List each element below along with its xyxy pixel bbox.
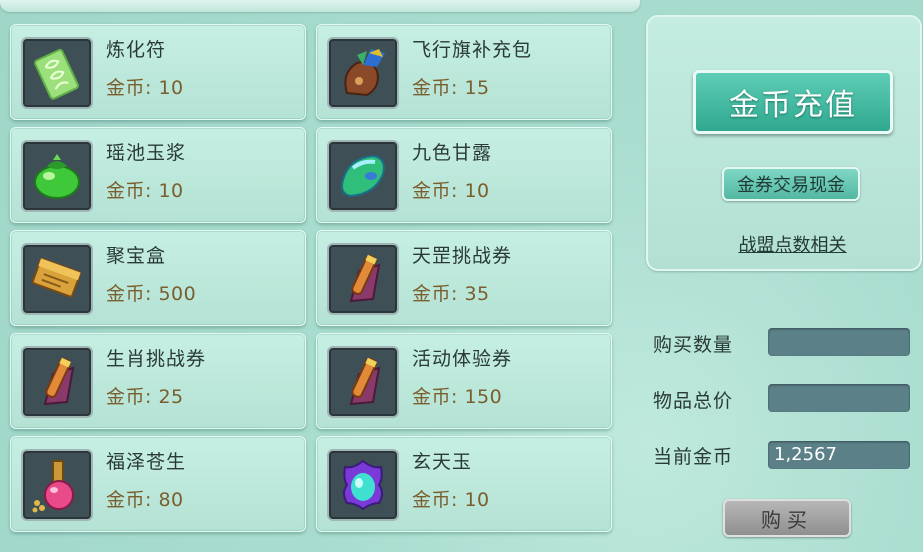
total-price-field xyxy=(768,384,910,412)
scroll-icon xyxy=(327,243,399,315)
item-name: 玄天玉 xyxy=(412,451,473,473)
shop-item-card[interactable]: 福泽苍生 金币: 80 xyxy=(10,436,306,532)
item-name: 瑶池玉浆 xyxy=(106,142,187,164)
shop-item-card[interactable]: 活动体验券 金币: 150 xyxy=(316,333,612,429)
shop-item-grid: 炼化符 金币: 10 飞行旗补充包 金币: 15 瑶池玉浆 金币: 10 九色甘… xyxy=(10,24,614,552)
shop-item-card[interactable]: 玄天玉 金币: 10 xyxy=(316,436,612,532)
shop-item-card[interactable]: 九色甘露 金币: 10 xyxy=(316,127,612,223)
top-frame-edge xyxy=(0,0,640,12)
alliance-points-link[interactable]: 战盟点数相关 xyxy=(725,231,860,257)
item-price: 金币: 10 xyxy=(106,77,184,99)
current-gold-label: 当前金币 xyxy=(653,446,734,468)
item-price: 金币: 25 xyxy=(106,386,184,408)
item-price: 金币: 80 xyxy=(106,489,184,511)
item-name: 九色甘露 xyxy=(412,142,493,164)
item-price: 金币: 150 xyxy=(412,386,503,408)
buy-button[interactable]: 购买 xyxy=(723,499,851,537)
item-price: 金币: 500 xyxy=(106,283,197,305)
item-name: 活动体验券 xyxy=(412,348,513,370)
dark-jade-icon xyxy=(327,449,399,521)
item-name: 飞行旗补充包 xyxy=(412,39,533,61)
shop-item-card[interactable]: 炼化符 金币: 10 xyxy=(10,24,306,120)
item-name: 聚宝盒 xyxy=(106,245,167,267)
talisman-icon xyxy=(21,37,93,109)
gold-recharge-button[interactable]: 金币充值 xyxy=(693,70,893,134)
scroll-icon xyxy=(21,346,93,418)
quantity-label: 购买数量 xyxy=(653,334,734,356)
item-name: 生肖挑战券 xyxy=(106,348,207,370)
quantity-field[interactable] xyxy=(768,328,910,356)
item-name: 福泽苍生 xyxy=(106,451,187,473)
item-price: 金币: 35 xyxy=(412,283,490,305)
item-price: 金币: 10 xyxy=(412,489,490,511)
shop-item-card[interactable]: 聚宝盒 金币: 500 xyxy=(10,230,306,326)
shop-item-card[interactable]: 天罡挑战券 金币: 35 xyxy=(316,230,612,326)
jade-gem-icon xyxy=(327,140,399,212)
green-potion-jar-icon xyxy=(21,140,93,212)
flag-bag-icon xyxy=(327,37,399,109)
item-price: 金币: 15 xyxy=(412,77,490,99)
item-price: 金币: 10 xyxy=(412,180,490,202)
pink-elixir-icon xyxy=(21,449,93,521)
item-name: 天罡挑战券 xyxy=(412,245,513,267)
scroll-icon xyxy=(327,346,399,418)
shop-item-card[interactable]: 瑶池玉浆 金币: 10 xyxy=(10,127,306,223)
current-gold-field: 1,2567 xyxy=(768,441,910,469)
shop-item-card[interactable]: 飞行旗补充包 金币: 15 xyxy=(316,24,612,120)
treasure-box-icon xyxy=(21,243,93,315)
voucher-exchange-button[interactable]: 金券交易现金 xyxy=(722,167,860,201)
item-name: 炼化符 xyxy=(106,39,167,61)
shop-item-card[interactable]: 生肖挑战券 金币: 25 xyxy=(10,333,306,429)
item-price: 金币: 10 xyxy=(106,180,184,202)
total-price-label: 物品总价 xyxy=(653,390,734,412)
